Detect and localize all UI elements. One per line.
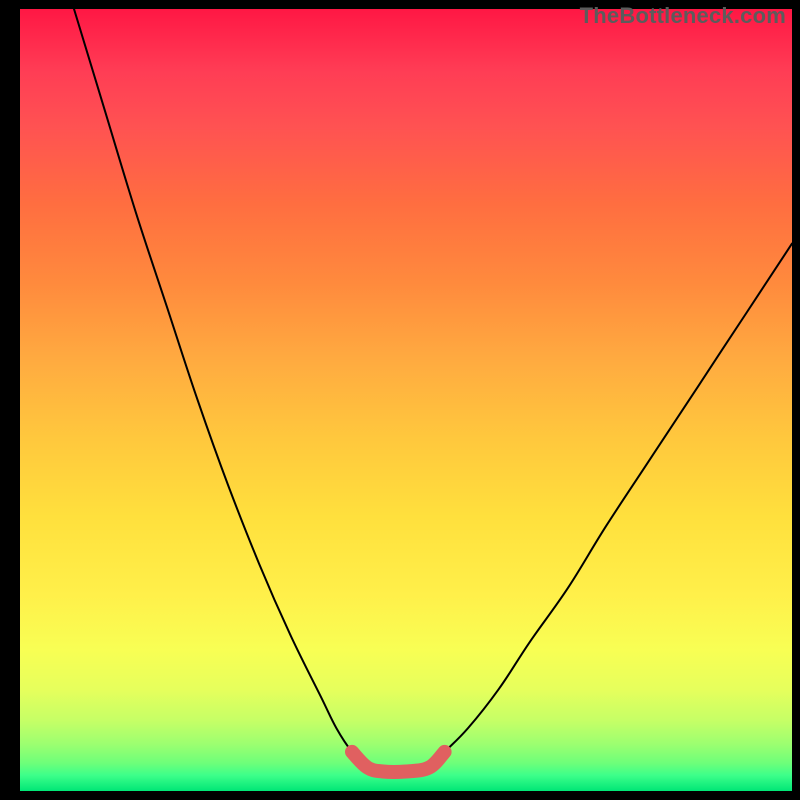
chart-stage: TheBottleneck.com [0,0,800,800]
curve-right [429,244,792,768]
curve-left [74,9,367,768]
plot-area [20,9,792,791]
curves-svg [20,9,792,791]
highlight-trough [352,752,445,772]
